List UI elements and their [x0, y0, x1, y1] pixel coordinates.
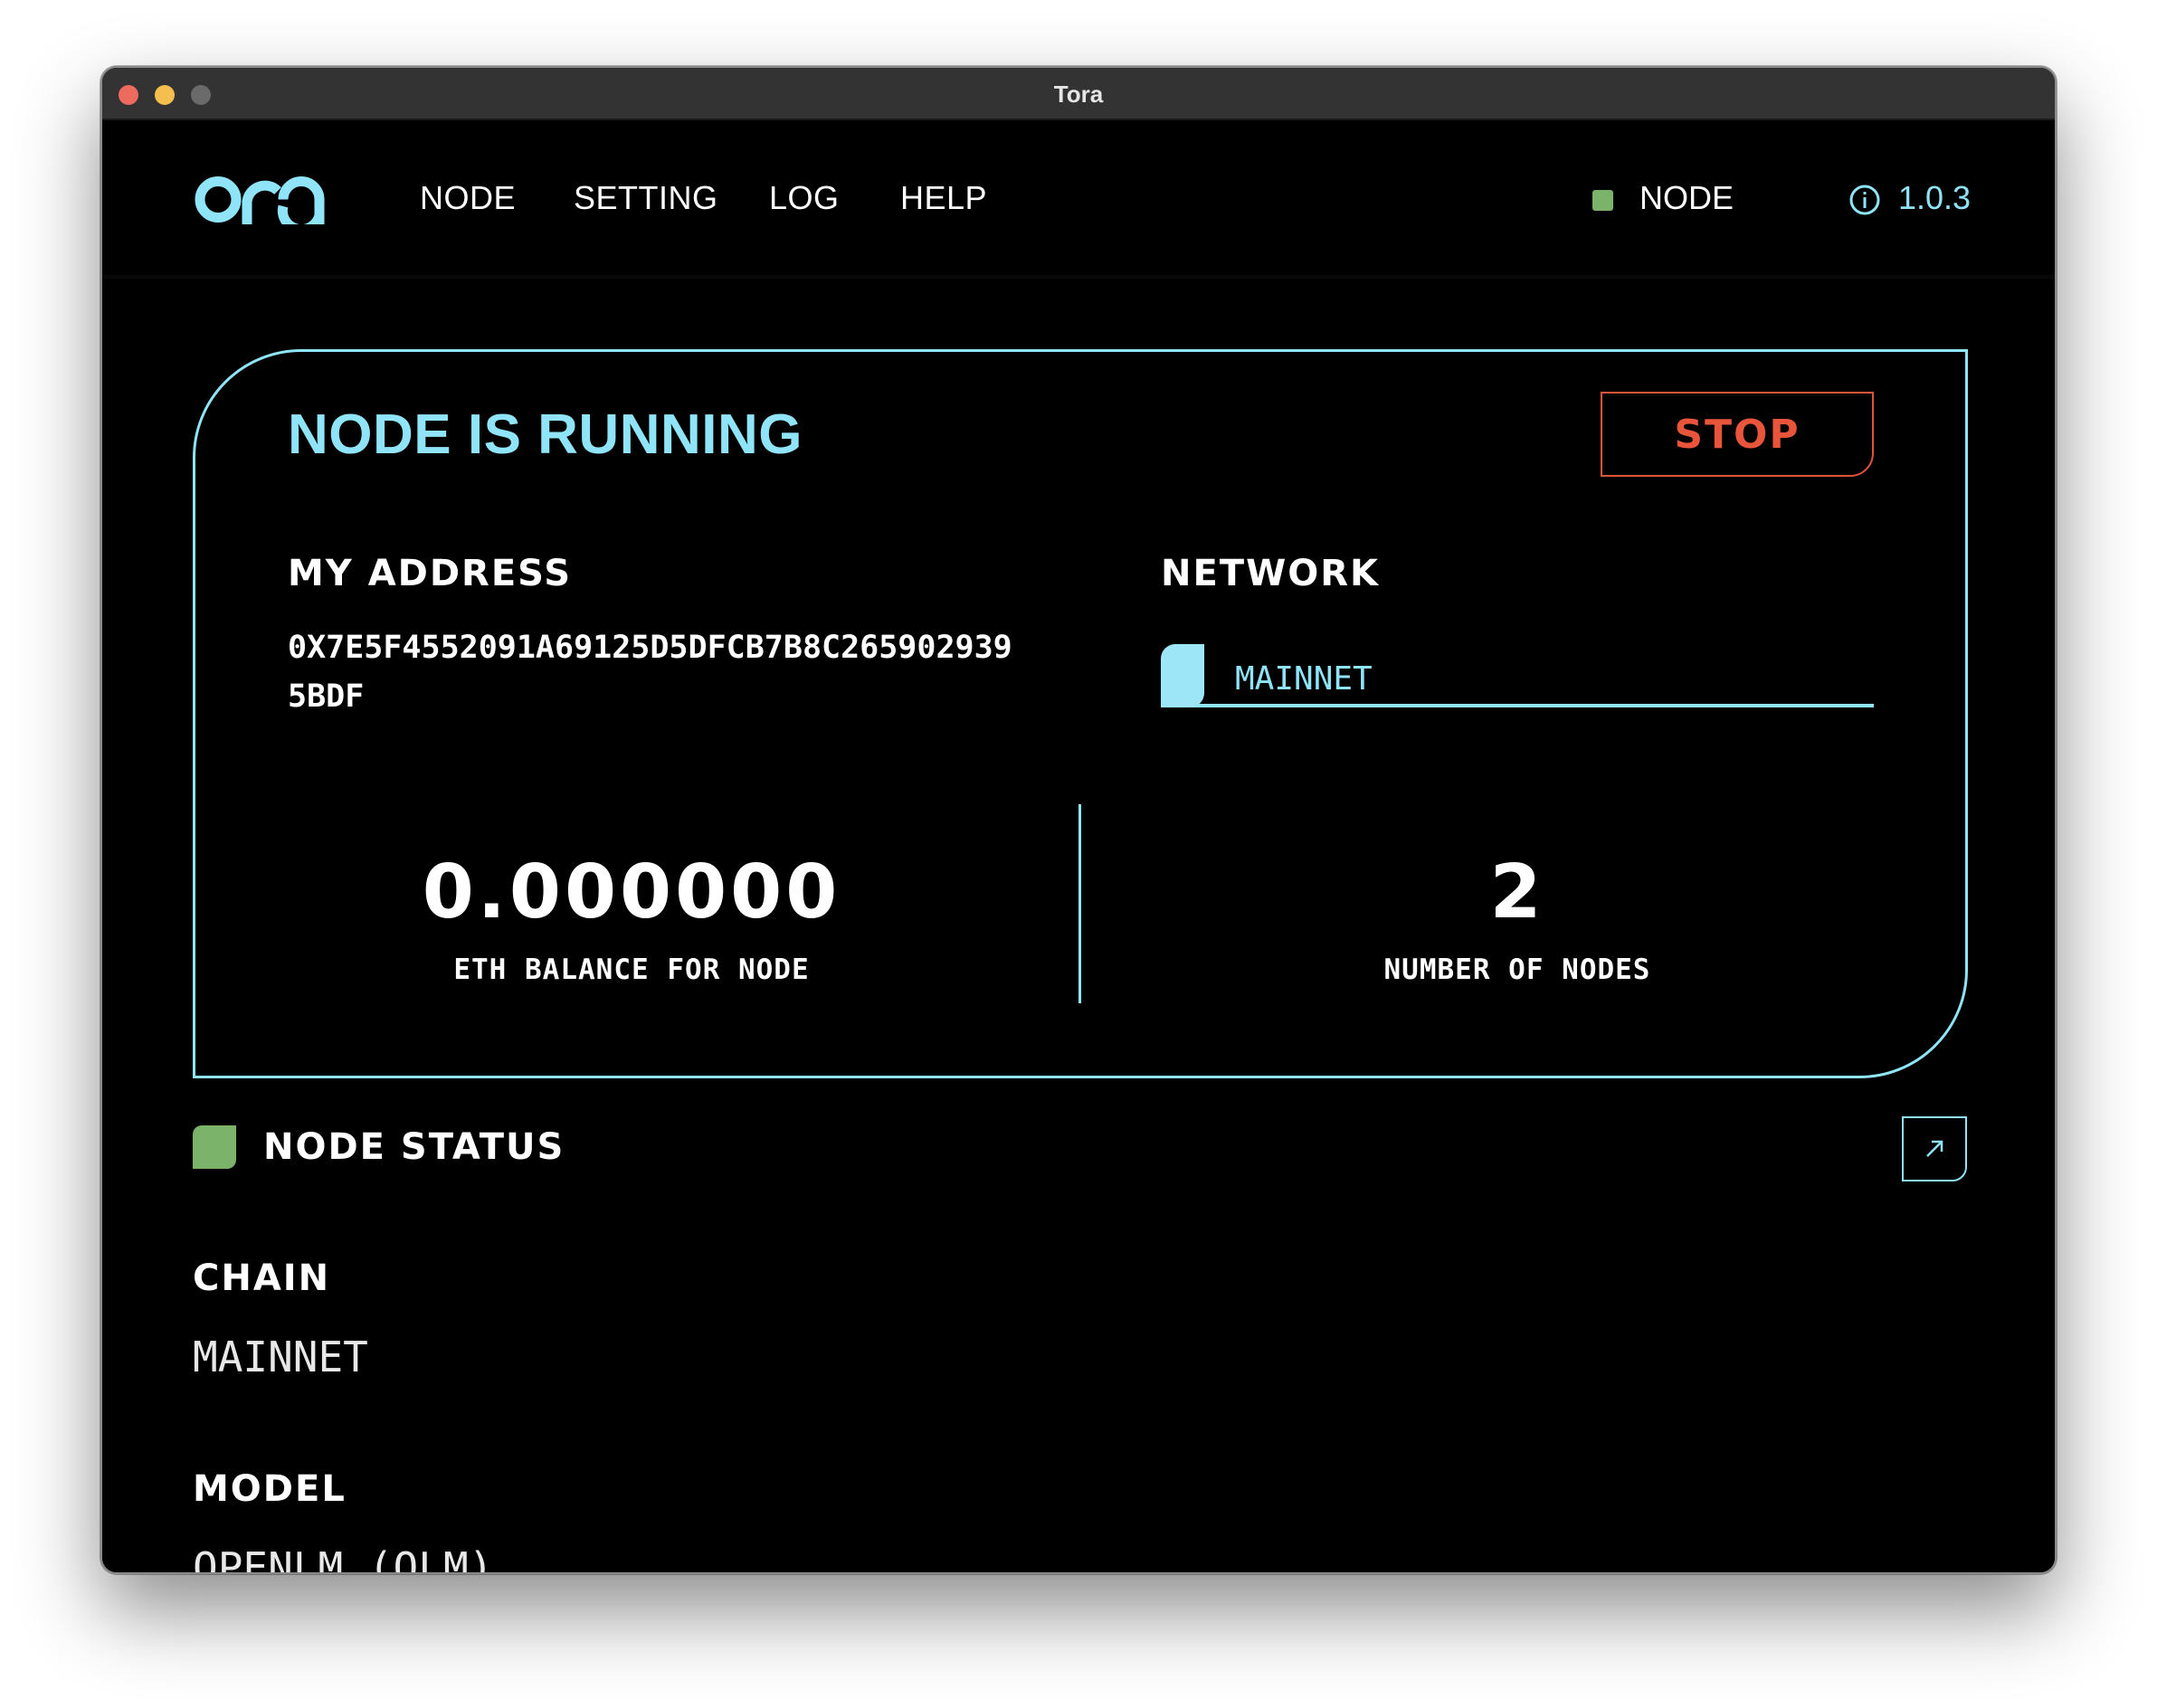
- nav-help[interactable]: HELP: [900, 179, 987, 217]
- node-summary-card: NODE IS RUNNING STOP MY ADDRESS 0X7E5F45…: [193, 349, 1968, 1078]
- node-status-label: NODE: [1639, 179, 1734, 216]
- app-window: Tora NODE SETTING LOG HELP NODE 1.0.3 NO…: [100, 66, 2057, 1574]
- ora-logo[interactable]: [195, 175, 336, 224]
- node-running-title: NODE IS RUNNING: [288, 403, 803, 466]
- node-status-heading: NODE STATUS: [263, 1126, 565, 1168]
- app-content: NODE SETTING LOG HELP NODE 1.0.3 NODE IS…: [102, 122, 2055, 1572]
- node-address: 0X7E5F4552091A69125D5DFCB7B8C2659029395B…: [288, 630, 1012, 715]
- network-chip-icon: [1161, 644, 1204, 707]
- node-status-indicator-large: [193, 1125, 236, 1169]
- network-value: MAINNET: [1235, 660, 1373, 697]
- chain-heading: CHAIN: [193, 1257, 331, 1299]
- eth-balance-value: 0.000000: [422, 849, 841, 935]
- network-select[interactable]: MAINNET: [1161, 644, 1874, 707]
- eth-balance-label: ETH BALANCE FOR NODE: [453, 954, 810, 986]
- nav-log[interactable]: LOG: [769, 179, 840, 217]
- expand-icon: [1926, 1140, 1943, 1157]
- model-value: OPENLM (OLM): [193, 1543, 494, 1574]
- chain-value: MAINNET: [193, 1333, 368, 1381]
- node-count-value: 2: [1489, 849, 1545, 935]
- node-status-indicator: [1592, 190, 1613, 211]
- top-navigation: NODE SETTING LOG HELP NODE 1.0.3: [102, 122, 2055, 279]
- model-heading: MODEL: [193, 1468, 347, 1510]
- node-count-label: NUMBER OF NODES: [1383, 954, 1651, 986]
- stop-button[interactable]: STOP: [1601, 392, 1874, 477]
- stats-divider: [1078, 804, 1081, 1003]
- window-title: Tora: [1053, 81, 1104, 108]
- my-address-heading: MY ADDRESS: [288, 553, 573, 594]
- nav-node[interactable]: NODE: [420, 179, 516, 217]
- expand-button[interactable]: [1902, 1116, 1967, 1181]
- nav-setting[interactable]: SETTING: [574, 179, 718, 217]
- title-bar[interactable]: Tora: [102, 68, 2055, 120]
- app-version: 1.0.3: [1898, 179, 1972, 216]
- network-heading: NETWORK: [1161, 553, 1381, 594]
- info-icon[interactable]: [1848, 184, 1881, 216]
